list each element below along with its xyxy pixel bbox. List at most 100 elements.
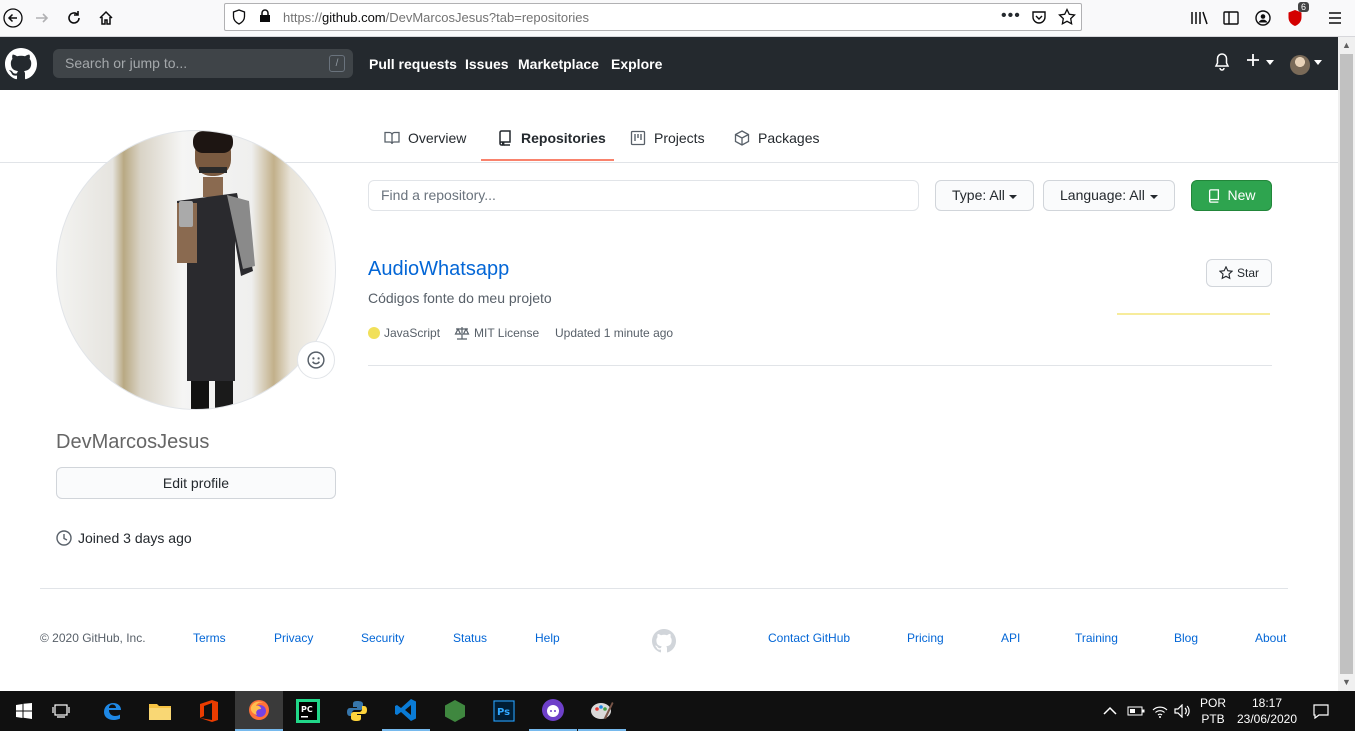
keyboard-layout: PTB: [1201, 712, 1225, 726]
footer-link-about[interactable]: About: [1255, 631, 1286, 645]
page-scrollbar[interactable]: ▲ ▼: [1338, 37, 1355, 691]
firefox-icon[interactable]: [235, 691, 283, 731]
task-view-icon[interactable]: [37, 691, 85, 731]
star-button[interactable]: Star: [1206, 259, 1272, 287]
show-hidden-icons-chevron-icon[interactable]: [1103, 691, 1117, 731]
footer-link-blog[interactable]: Blog: [1174, 631, 1198, 645]
tab-overview[interactable]: Overview: [384, 130, 466, 146]
repo-name-link[interactable]: AudioWhatsapp: [368, 258, 509, 281]
wifi-icon[interactable]: [1152, 691, 1168, 731]
avatar-caret-icon[interactable]: [1314, 60, 1322, 65]
sidebar-icon[interactable]: [1220, 7, 1242, 29]
plus-caret-icon[interactable]: [1266, 60, 1274, 65]
clock[interactable]: 18:17 23/06/2020: [1236, 691, 1298, 731]
project-icon: [630, 130, 646, 146]
footer-link-training[interactable]: Training: [1075, 631, 1118, 645]
star-label: Star: [1236, 266, 1259, 280]
tab-repositories[interactable]: Repositories: [497, 130, 606, 146]
new-label: New: [1227, 187, 1256, 203]
language-label: JavaScript: [384, 326, 441, 340]
edit-profile-button[interactable]: Edit profile: [56, 467, 336, 499]
notifications-icon[interactable]: [1313, 691, 1329, 731]
joined-text: Joined 3 days ago: [78, 530, 192, 546]
tab-label: Projects: [654, 130, 705, 146]
svg-text:Ps: Ps: [497, 707, 510, 718]
footer-link-pricing[interactable]: Pricing: [907, 631, 944, 645]
repo-icon: [499, 130, 511, 146]
footer-link-contact[interactable]: Contact GitHub: [768, 631, 850, 645]
footer-link-security[interactable]: Security: [361, 631, 404, 645]
battery-icon[interactable]: [1127, 691, 1145, 731]
github-logo-icon[interactable]: [5, 48, 37, 80]
avatar[interactable]: [1290, 55, 1310, 75]
joined-info: Joined 3 days ago: [56, 530, 192, 546]
address-bar[interactable]: https://github.com/DevMarcosJesus?tab=re…: [224, 3, 1082, 31]
scroll-up-icon[interactable]: ▲: [1338, 37, 1355, 54]
footer-github-logo-icon[interactable]: [652, 629, 676, 653]
license-label: MIT License: [474, 326, 540, 340]
lock-icon[interactable]: [259, 9, 271, 26]
language-filter-dropdown[interactable]: Language: All: [1043, 180, 1175, 211]
star-icon: [1218, 266, 1233, 280]
file-explorer-icon[interactable]: [136, 691, 184, 731]
clock-date: 23/06/2020: [1236, 712, 1298, 726]
bookmark-star-icon[interactable]: [1058, 7, 1076, 29]
profile-photo[interactable]: [56, 130, 336, 410]
browser-toolbar: https://github.com/DevMarcosJesus?tab=re…: [0, 0, 1355, 37]
clock-icon: [56, 530, 72, 546]
volume-icon[interactable]: [1174, 691, 1192, 731]
nav-marketplace[interactable]: Marketplace: [518, 56, 599, 72]
type-filter-dropdown[interactable]: Type: All: [935, 180, 1034, 211]
footer-link-privacy[interactable]: Privacy: [274, 631, 313, 645]
tab-projects[interactable]: Projects: [630, 130, 705, 146]
library-icon[interactable]: [1188, 7, 1210, 29]
github-desktop-icon[interactable]: [529, 691, 577, 731]
scroll-down-icon[interactable]: ▼: [1338, 674, 1355, 691]
vscode-icon[interactable]: [382, 691, 430, 731]
language-code: POR: [1200, 696, 1227, 710]
tab-label: Repositories: [521, 130, 606, 146]
new-repository-button[interactable]: New: [1191, 180, 1272, 211]
pocket-icon[interactable]: [1031, 9, 1047, 28]
office-icon[interactable]: [185, 691, 233, 731]
footer-link-status[interactable]: Status: [453, 631, 487, 645]
footer-link-terms[interactable]: Terms: [193, 631, 226, 645]
nav-pull-requests[interactable]: Pull requests: [369, 56, 457, 72]
home-icon[interactable]: [93, 5, 119, 31]
shield-icon[interactable]: [232, 9, 246, 28]
footer-link-api[interactable]: API: [1001, 631, 1020, 645]
paint-icon[interactable]: [578, 691, 626, 731]
search-input[interactable]: Search or jump to... /: [53, 49, 353, 78]
reload-icon[interactable]: [61, 5, 87, 31]
input-language-indicator[interactable]: POR PTB: [1200, 691, 1226, 731]
nav-explore[interactable]: Explore: [611, 56, 662, 72]
repo-license: MIT License: [454, 326, 539, 340]
account-icon[interactable]: [1252, 7, 1274, 29]
nav-issues[interactable]: Issues: [465, 56, 509, 72]
chevron-down-icon: [1009, 195, 1017, 199]
footer-link-help[interactable]: Help: [535, 631, 560, 645]
page-actions-icon[interactable]: •••: [1001, 7, 1021, 25]
edge-browser-icon[interactable]: [88, 691, 136, 731]
python-icon[interactable]: [333, 691, 381, 731]
bell-icon[interactable]: [1214, 53, 1230, 76]
back-arrow-icon[interactable]: [0, 5, 26, 31]
activity-sparkline: [1117, 313, 1270, 315]
nodejs-icon[interactable]: [431, 691, 479, 731]
photoshop-icon[interactable]: Ps: [480, 691, 528, 731]
forward-arrow-icon[interactable]: [29, 5, 55, 31]
repo-icon: [1209, 188, 1220, 203]
scroll-thumb[interactable]: [1340, 54, 1353, 674]
set-status-emoji-button[interactable]: [297, 341, 335, 379]
menu-hamburger-icon[interactable]: [1324, 7, 1346, 29]
repo-description: Códigos fonte do meu projeto: [368, 290, 552, 306]
find-repository-input[interactable]: Find a repository...: [368, 180, 919, 211]
tab-packages[interactable]: Packages: [734, 130, 819, 146]
smiley-icon: [307, 351, 325, 369]
tab-label: Packages: [758, 130, 820, 146]
profile-username: DevMarcosJesus: [56, 431, 210, 453]
clock-time: 18:17: [1251, 696, 1283, 710]
plus-icon[interactable]: [1246, 53, 1260, 72]
pycharm-icon[interactable]: PC: [284, 691, 332, 731]
search-placeholder: Search or jump to...: [65, 55, 188, 71]
